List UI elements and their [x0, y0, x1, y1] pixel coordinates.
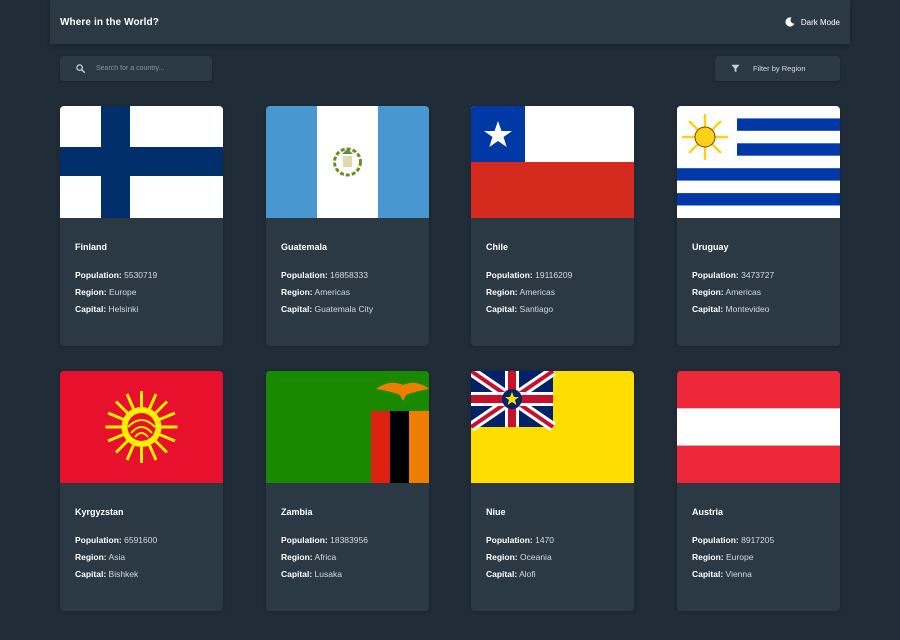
region-row: Region: Africa: [281, 552, 337, 562]
moon-icon: [785, 17, 795, 27]
population-row: Population: 6591600: [75, 535, 158, 545]
region-filter-dropdown[interactable]: Filter by Region: [715, 56, 840, 81]
country-card-guatemala[interactable]: Guatemala Population: 16858333 Region: A…: [266, 106, 429, 346]
country-card-partial[interactable]: [677, 636, 840, 640]
search-box[interactable]: [60, 56, 212, 81]
country-card-niue[interactable]: Niue Population: 1470 Region: Oceania Ca…: [471, 371, 634, 611]
flag-zambia: [266, 371, 429, 483]
region-row: Region: Asia: [75, 552, 126, 562]
top-navbar: Where in the World? Dark Mode: [50, 0, 850, 44]
population-row: Population: 5530719: [75, 270, 158, 280]
region-row: Region: Oceania: [486, 552, 552, 562]
flag-finland: [60, 106, 223, 218]
population-row: Population: 19116209: [486, 270, 573, 280]
search-input[interactable]: [96, 65, 206, 72]
country-name: Chile: [486, 242, 509, 252]
capital-row: Capital: Montevideo: [692, 304, 770, 314]
population-row: Population: 8917205: [692, 535, 775, 545]
flag-chile: [471, 106, 634, 218]
country-card-kyrgyzstan[interactable]: Kyrgyzstan Population: 6591600 Region: A…: [60, 371, 223, 611]
country-card-chile[interactable]: Chile Population: 19116209 Region: Ameri…: [471, 106, 634, 346]
country-card-zambia[interactable]: Zambia Population: 18383956 Region: Afri…: [266, 371, 429, 611]
flag-austria: [677, 371, 840, 483]
flag-guatemala: [266, 106, 429, 218]
population-row: Population: 3473727: [692, 270, 775, 280]
country-name: Austria: [692, 507, 724, 517]
country-name: Guatemala: [281, 242, 328, 252]
population-row: Population: 16858333: [281, 270, 368, 280]
capital-row: Capital: Helsinki: [75, 304, 139, 314]
country-card-uruguay[interactable]: Uruguay Population: 3473727 Region: Amer…: [677, 106, 840, 346]
dark-mode-label: Dark Mode: [800, 17, 840, 27]
app-title: Where in the World?: [60, 16, 159, 28]
capital-row: Capital: Vienna: [692, 569, 752, 579]
region-row: Region: Europe: [692, 552, 754, 562]
capital-row: Capital: Guatemala City: [281, 304, 374, 314]
dark-mode-toggle[interactable]: Dark Mode: [785, 17, 840, 27]
capital-row: Capital: Alofi: [486, 569, 536, 579]
filter-icon: [731, 64, 740, 73]
region-row: Region: Americas: [692, 287, 761, 297]
country-name: Kyrgyzstan: [75, 507, 124, 517]
region-row: Region: Americas: [486, 287, 555, 297]
region-row: Region: Americas: [281, 287, 350, 297]
country-card-finland[interactable]: Finland Population: 5530719 Region: Euro…: [60, 106, 223, 346]
country-name: Finland: [75, 242, 107, 252]
country-name: Niue: [486, 507, 506, 517]
country-name: Zambia: [281, 507, 313, 517]
population-row: Population: 18383956: [281, 535, 368, 545]
country-card-austria[interactable]: Austria Population: 8917205 Region: Euro…: [677, 371, 840, 611]
capital-row: Capital: Lusaka: [281, 569, 342, 579]
population-row: Population: 1470: [486, 535, 555, 545]
flag-kyrgyzstan: [60, 371, 223, 483]
flag-niue: [471, 371, 634, 483]
filter-label: Filter by Region: [753, 64, 806, 73]
capital-row: Capital: Bishkek: [75, 569, 139, 579]
capital-row: Capital: Santiago: [486, 304, 554, 314]
region-row: Region: Europe: [75, 287, 137, 297]
search-icon: [76, 64, 85, 73]
flag-uruguay: [677, 106, 840, 218]
country-name: Uruguay: [692, 242, 729, 252]
